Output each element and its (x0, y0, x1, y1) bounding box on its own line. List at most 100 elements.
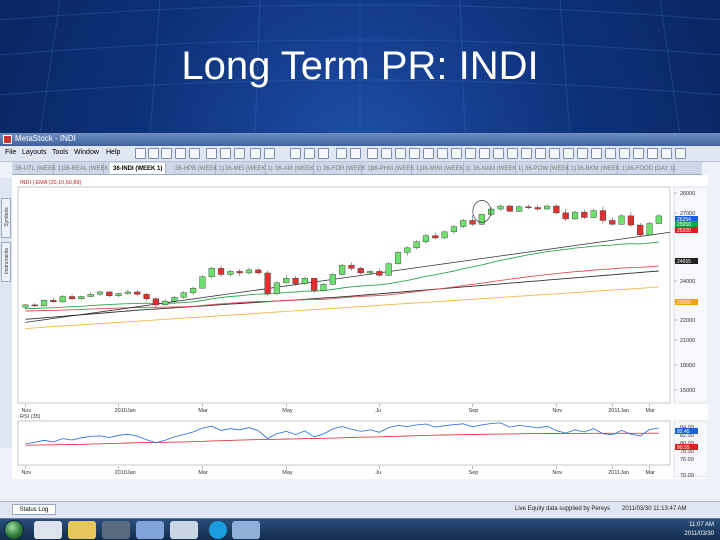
toolbar-tool-icon[interactable] (350, 148, 361, 159)
metastock-icon[interactable] (232, 521, 260, 539)
rsi-tick-label: 70.00 (680, 473, 694, 479)
toolbar-tool-icon[interactable] (409, 148, 420, 159)
price-time-label: Ju (375, 408, 381, 414)
toolbar-tool-icon[interactable] (493, 148, 504, 159)
price-chart[interactable]: INDI | EMA (20,10,50,89)RSI (35)26000270… (12, 175, 708, 479)
chart-tab[interactable]: 36-PHM (WEEK 1) (368, 163, 421, 174)
candle (506, 205, 513, 212)
price-tick-label: 24000 (680, 279, 695, 285)
side-tab-symbols[interactable]: Symbols (1, 198, 11, 238)
candle (385, 263, 392, 276)
start-button[interactable] (4, 520, 24, 540)
media-player-icon[interactable] (102, 521, 130, 539)
candle (78, 296, 85, 300)
toolbar-tool-icon[interactable] (619, 148, 630, 159)
chart-tab[interactable]: 36-UTL (WEEK 1) (12, 163, 63, 174)
chart-tab[interactable]: 36-POW (WEEK 1) (522, 163, 576, 174)
status-feed: Live Equity data supplied by Pereys (515, 506, 611, 512)
side-tab-instruments-label: Instruments (4, 247, 10, 275)
menu-tools[interactable]: Tools (52, 149, 68, 156)
chart-tab[interactable]: 36-FOR (WEEK 1) (320, 163, 373, 174)
toolbar-tool-icon[interactable] (535, 148, 546, 159)
toolbar-tool-icon[interactable] (367, 148, 378, 159)
chart-tab[interactable]: 36-AM (WEEK 1) (272, 163, 321, 174)
toolbar-tool-icon[interactable] (206, 148, 217, 159)
skype-icon[interactable] (209, 521, 227, 539)
candle (199, 276, 206, 289)
chart-tab[interactable]: 36-INDI (WEEK 1) (110, 163, 166, 174)
toolbar-tool-icon[interactable] (633, 148, 644, 159)
toolbar-tool-icon[interactable] (563, 148, 574, 159)
toolbar-tool-icon[interactable] (381, 148, 392, 159)
toolbar-tool-icon[interactable] (423, 148, 434, 159)
candle (217, 268, 225, 275)
toolbar-tool-icon[interactable] (451, 148, 462, 159)
side-tab-instruments[interactable]: Instruments (1, 242, 11, 282)
candle (292, 278, 299, 284)
toolbar-tool-icon[interactable] (135, 148, 146, 159)
status-log-tab[interactable]: Status Log (12, 504, 56, 515)
toolbar-tool-icon[interactable] (148, 148, 159, 159)
chart-tab[interactable]: 36-REAL (WEEK 1) (60, 163, 115, 174)
toolbar-tool-icon[interactable] (189, 148, 200, 159)
candle (339, 265, 346, 275)
candle (50, 300, 57, 303)
toolbar-tool-icon[interactable] (647, 148, 658, 159)
taskbar: 11:07 AM 2011/03/30 (0, 518, 720, 540)
menu-layouts[interactable]: Layouts (22, 149, 47, 156)
toolbar-tool-icon[interactable] (437, 148, 448, 159)
price-tick-label: 22000 (680, 318, 695, 324)
toolbar-tool-icon[interactable] (395, 148, 406, 159)
candle (394, 252, 402, 265)
rsi-panel-label: RSI (35) (20, 414, 41, 420)
candle (637, 224, 644, 236)
candle (543, 205, 551, 210)
toolbar-tool-icon[interactable] (234, 148, 245, 159)
candle (22, 304, 29, 308)
candle (115, 293, 122, 296)
toolbar-tool-icon[interactable] (521, 148, 532, 159)
candle (413, 241, 420, 249)
toolbar-tool-icon[interactable] (290, 148, 301, 159)
toolbar-tool-icon[interactable] (304, 148, 315, 159)
toolbar-tool-icon[interactable] (336, 148, 347, 159)
toolbar-tool-icon[interactable] (175, 148, 186, 159)
menu-help[interactable]: Help (106, 149, 120, 156)
price-panel-label: INDI | EMA (20,10,50,89) (20, 180, 82, 186)
price-badge-label: 23000 (677, 300, 691, 306)
chart-tab[interactable]: 36-NAM (WEEK 1) (470, 163, 523, 174)
menu-window[interactable]: Window (74, 149, 99, 156)
toolbar-tool-icon[interactable] (264, 148, 275, 159)
toolbar-tool-icon[interactable] (549, 148, 560, 159)
app-window-icon[interactable] (170, 521, 198, 539)
menu-file[interactable]: File (5, 149, 16, 156)
toolbar-tool-icon[interactable] (161, 148, 172, 159)
toolbar-tool-icon[interactable] (661, 148, 672, 159)
toolbar-tool-icon[interactable] (675, 148, 686, 159)
toolbar-tool-icon[interactable] (479, 148, 490, 159)
toolbar-tool-icon[interactable] (465, 148, 476, 159)
candle (162, 300, 169, 306)
toolbar-tool-icon[interactable] (577, 148, 588, 159)
chart-tab[interactable]: 36-MINI (WEEK 1) (418, 163, 471, 174)
folder-icon[interactable] (68, 521, 96, 539)
toolbar-tool-icon[interactable] (507, 148, 518, 159)
toolbar-tool-icon[interactable] (250, 148, 261, 159)
chart-tab[interactable]: 36-MEI (WEEK 1) (222, 163, 273, 174)
chart-tab[interactable]: 36-FOOD (DAY 1) (624, 163, 675, 174)
toolbar-tool-icon[interactable] (318, 148, 329, 159)
toolbar-tool-icon[interactable] (605, 148, 616, 159)
toolbar-tool-icon[interactable] (220, 148, 231, 159)
chart-tab[interactable]: 36-HPB (WEEK 1) (172, 163, 224, 174)
candle (124, 291, 131, 294)
chart-tab[interactable]: 36-BKM (WEEK 1) (574, 163, 627, 174)
ie-icon[interactable] (34, 521, 62, 539)
toolbar-tool-icon[interactable] (591, 148, 602, 159)
candle (646, 223, 653, 236)
messenger-icon[interactable] (136, 521, 164, 539)
price-tick-label: 15000 (680, 388, 695, 394)
rsi-badge-label: 82.45 (677, 429, 690, 435)
candle (497, 205, 504, 210)
side-panel-tabs: Symbols Instruments (0, 178, 12, 448)
side-tab-symbols-label: Symbols (4, 207, 10, 227)
